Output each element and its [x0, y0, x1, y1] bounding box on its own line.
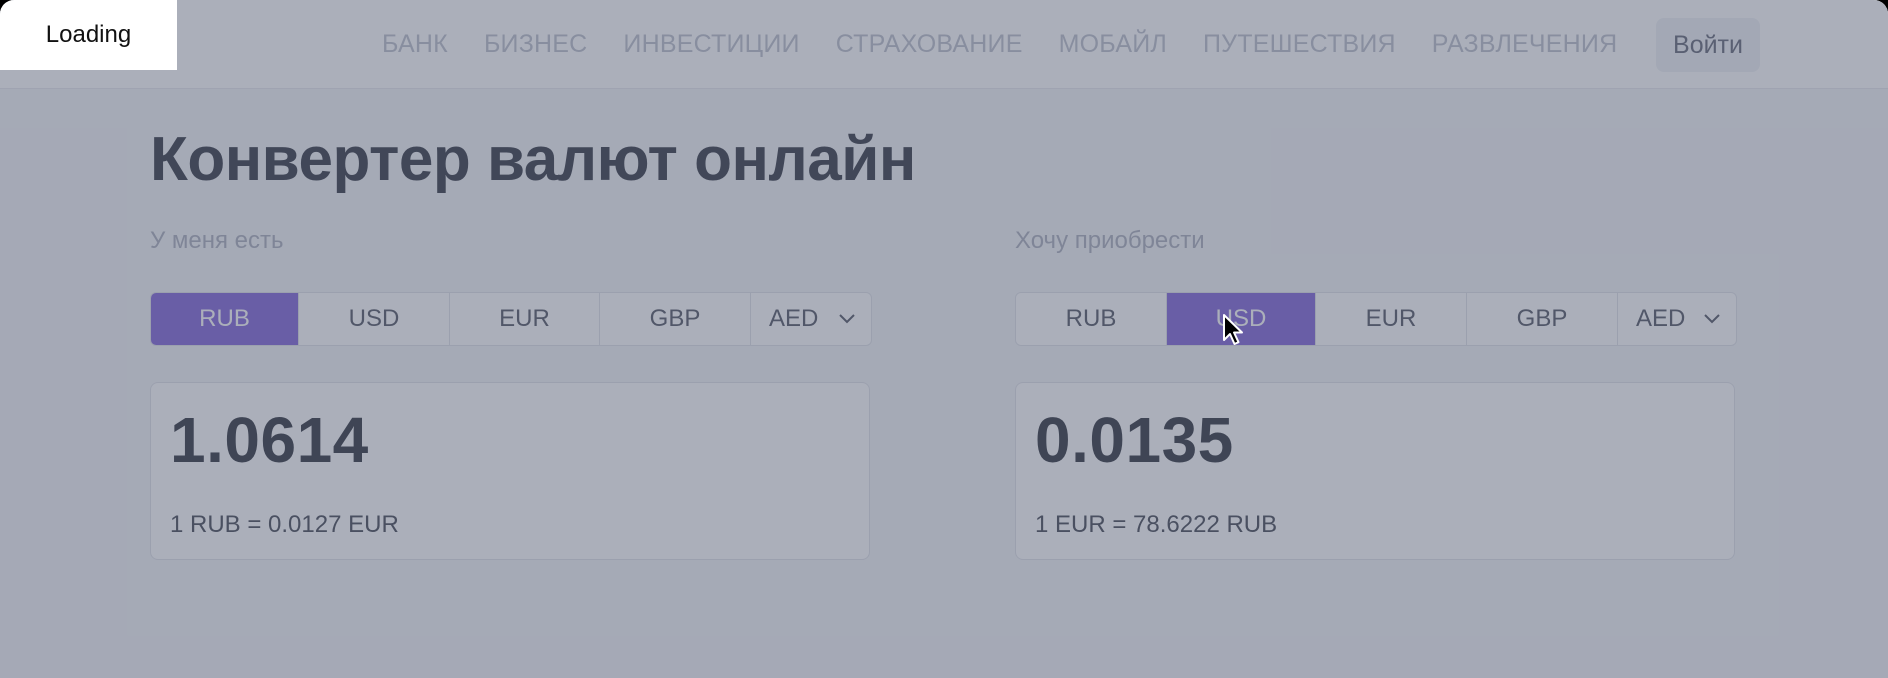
from-currency-tabs: RUB USD EUR GBP AED: [150, 292, 872, 346]
nav-item-business[interactable]: БИЗНЕС: [484, 30, 587, 59]
from-tab-eur[interactable]: EUR: [450, 293, 600, 345]
to-amount-input[interactable]: 0.0135: [1035, 403, 1234, 477]
to-rate-text: 1 EUR = 78.6222 RUB: [1035, 511, 1278, 538]
to-tab-rub[interactable]: RUB: [1016, 293, 1167, 345]
nav-item-mobile[interactable]: МОБАЙЛ: [1059, 30, 1167, 59]
site-header: БАНК БИЗНЕС ИНВЕСТИЦИИ СТРАХОВАНИЕ МОБАЙ…: [0, 0, 1888, 89]
nav-item-insurance[interactable]: СТРАХОВАНИЕ: [836, 30, 1023, 59]
login-button[interactable]: Войти: [1656, 18, 1760, 72]
to-currency-tabs: RUB USD EUR GBP AED: [1015, 292, 1737, 346]
from-currency-dropdown[interactable]: AED: [751, 293, 871, 345]
from-tab-rub[interactable]: RUB: [151, 293, 299, 345]
from-tab-gbp[interactable]: GBP: [600, 293, 751, 345]
from-amount-box[interactable]: 1.0614 1 RUB = 0.0127 EUR: [150, 382, 870, 560]
to-label: Хочу приобрести: [1015, 227, 1205, 254]
from-label: У меня есть: [150, 227, 284, 254]
to-currency-dropdown[interactable]: AED: [1618, 293, 1736, 345]
loading-indicator: Loading: [0, 0, 177, 70]
nav-item-investments[interactable]: ИНВЕСТИЦИИ: [623, 30, 799, 59]
main-nav: БАНК БИЗНЕС ИНВЕСТИЦИИ СТРАХОВАНИЕ МОБАЙ…: [382, 0, 1617, 88]
to-dropdown-value: AED: [1636, 305, 1686, 332]
from-panel: У меня есть RUB USD EUR GBP AED 1.0614 1…: [150, 222, 872, 560]
chevron-down-icon: [1704, 310, 1722, 328]
from-dropdown-value: AED: [769, 305, 819, 332]
to-panel: Хочу приобрести RUB USD EUR GBP AED 0.01…: [1015, 222, 1737, 560]
nav-item-travel[interactable]: ПУТЕШЕСТВИЯ: [1203, 30, 1396, 59]
from-amount-input[interactable]: 1.0614: [170, 403, 369, 477]
browser-window: БАНК БИЗНЕС ИНВЕСТИЦИИ СТРАХОВАНИЕ МОБАЙ…: [0, 0, 1888, 678]
nav-item-bank[interactable]: БАНК: [382, 30, 448, 59]
mouse-pointer-icon: [1222, 313, 1246, 347]
page-title: Конвертер валют онлайн: [150, 125, 916, 194]
nav-item-entertainment[interactable]: РАЗВЛЕЧЕНИЯ: [1432, 30, 1618, 59]
to-tab-eur[interactable]: EUR: [1316, 293, 1467, 345]
to-amount-box[interactable]: 0.0135 1 EUR = 78.6222 RUB: [1015, 382, 1735, 560]
to-tab-gbp[interactable]: GBP: [1467, 293, 1618, 345]
from-rate-text: 1 RUB = 0.0127 EUR: [170, 511, 399, 538]
chevron-down-icon: [839, 310, 857, 328]
from-tab-usd[interactable]: USD: [299, 293, 450, 345]
